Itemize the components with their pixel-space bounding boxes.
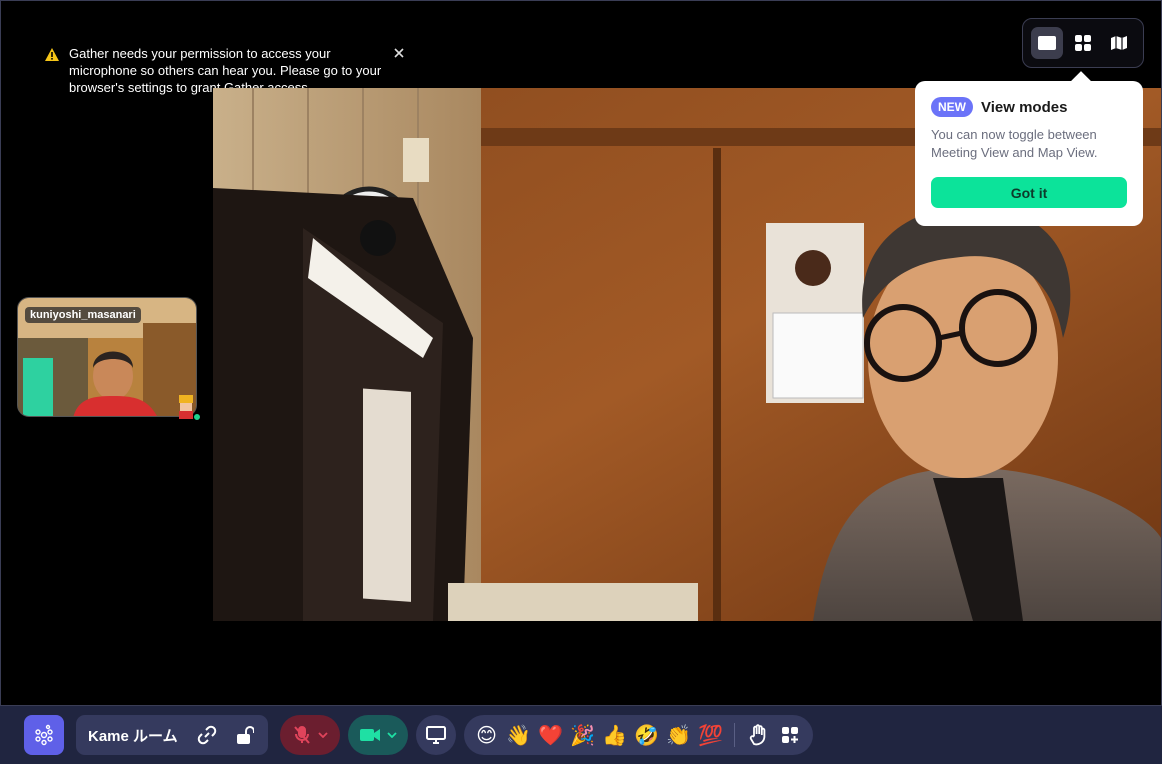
gather-logo-icon xyxy=(35,724,53,746)
emoji-reaction[interactable]: 👍 xyxy=(602,722,628,748)
link-icon xyxy=(197,725,216,745)
mic-off-icon xyxy=(293,726,310,744)
participant-tile[interactable]: kuniyoshi_masanari xyxy=(17,297,197,417)
microphone-toggle[interactable] xyxy=(279,715,340,755)
participant-avatar xyxy=(171,391,201,421)
map-view-button[interactable] xyxy=(1103,27,1135,59)
room-controls: Kame ルーム xyxy=(76,715,268,755)
gather-menu-button[interactable] xyxy=(24,715,64,755)
emoji-reaction[interactable]: 💯 xyxy=(698,722,724,748)
participant-name: kuniyoshi_masanari xyxy=(25,307,141,323)
view-modes-popover: NEW View modes You can now toggle betwee… xyxy=(915,81,1143,226)
new-badge: NEW xyxy=(931,97,973,117)
camera-icon xyxy=(359,729,380,741)
reactions-bar: 😊 👋 ❤️ 🎉 👍 🤣 👏 💯 xyxy=(463,715,813,755)
got-it-button[interactable]: Got it xyxy=(931,177,1127,208)
hand-icon xyxy=(749,724,765,746)
grid-icon xyxy=(1075,35,1091,51)
close-icon[interactable] xyxy=(393,47,405,59)
apps-button[interactable] xyxy=(777,722,803,748)
meeting-stage: Gather needs your permission to access y… xyxy=(0,0,1162,706)
copy-link-button[interactable] xyxy=(194,722,220,748)
emoji-reaction[interactable]: 🎉 xyxy=(570,722,596,748)
view-mode-switcher xyxy=(1022,18,1144,68)
apps-plus-icon xyxy=(781,727,798,743)
monitor-icon xyxy=(425,726,446,744)
emoji-reaction[interactable]: 😊 xyxy=(474,722,500,748)
emoji-reaction[interactable]: 👏 xyxy=(666,722,692,748)
toolbar-divider xyxy=(733,723,735,747)
bottom-toolbar: Kame ルーム 😊 👋 ❤️ 🎉 👍 🤣 👏 💯 xyxy=(0,706,1162,764)
map-icon xyxy=(1111,36,1127,50)
chevron-down-icon[interactable] xyxy=(317,732,328,738)
emoji-reaction[interactable]: 🤣 xyxy=(634,722,660,748)
camera-toggle[interactable] xyxy=(347,715,408,755)
lock-room-button[interactable] xyxy=(232,722,258,748)
single-view-icon xyxy=(1038,36,1056,50)
grid-view-button[interactable] xyxy=(1067,27,1099,59)
warning-icon xyxy=(45,48,59,61)
unlock-icon xyxy=(236,726,254,744)
online-status-dot xyxy=(193,413,201,421)
raise-hand-button[interactable] xyxy=(745,722,771,748)
chevron-down-icon[interactable] xyxy=(386,732,397,738)
room-name: Kame ルーム xyxy=(88,727,178,745)
popover-title: View modes xyxy=(981,98,1068,116)
popover-body: You can now toggle between Meeting View … xyxy=(931,127,1098,160)
emoji-reaction[interactable]: 👋 xyxy=(506,722,532,748)
emoji-reaction[interactable]: ❤️ xyxy=(538,722,564,748)
screen-share-button[interactable] xyxy=(415,715,456,755)
meeting-view-button[interactable] xyxy=(1031,27,1063,59)
